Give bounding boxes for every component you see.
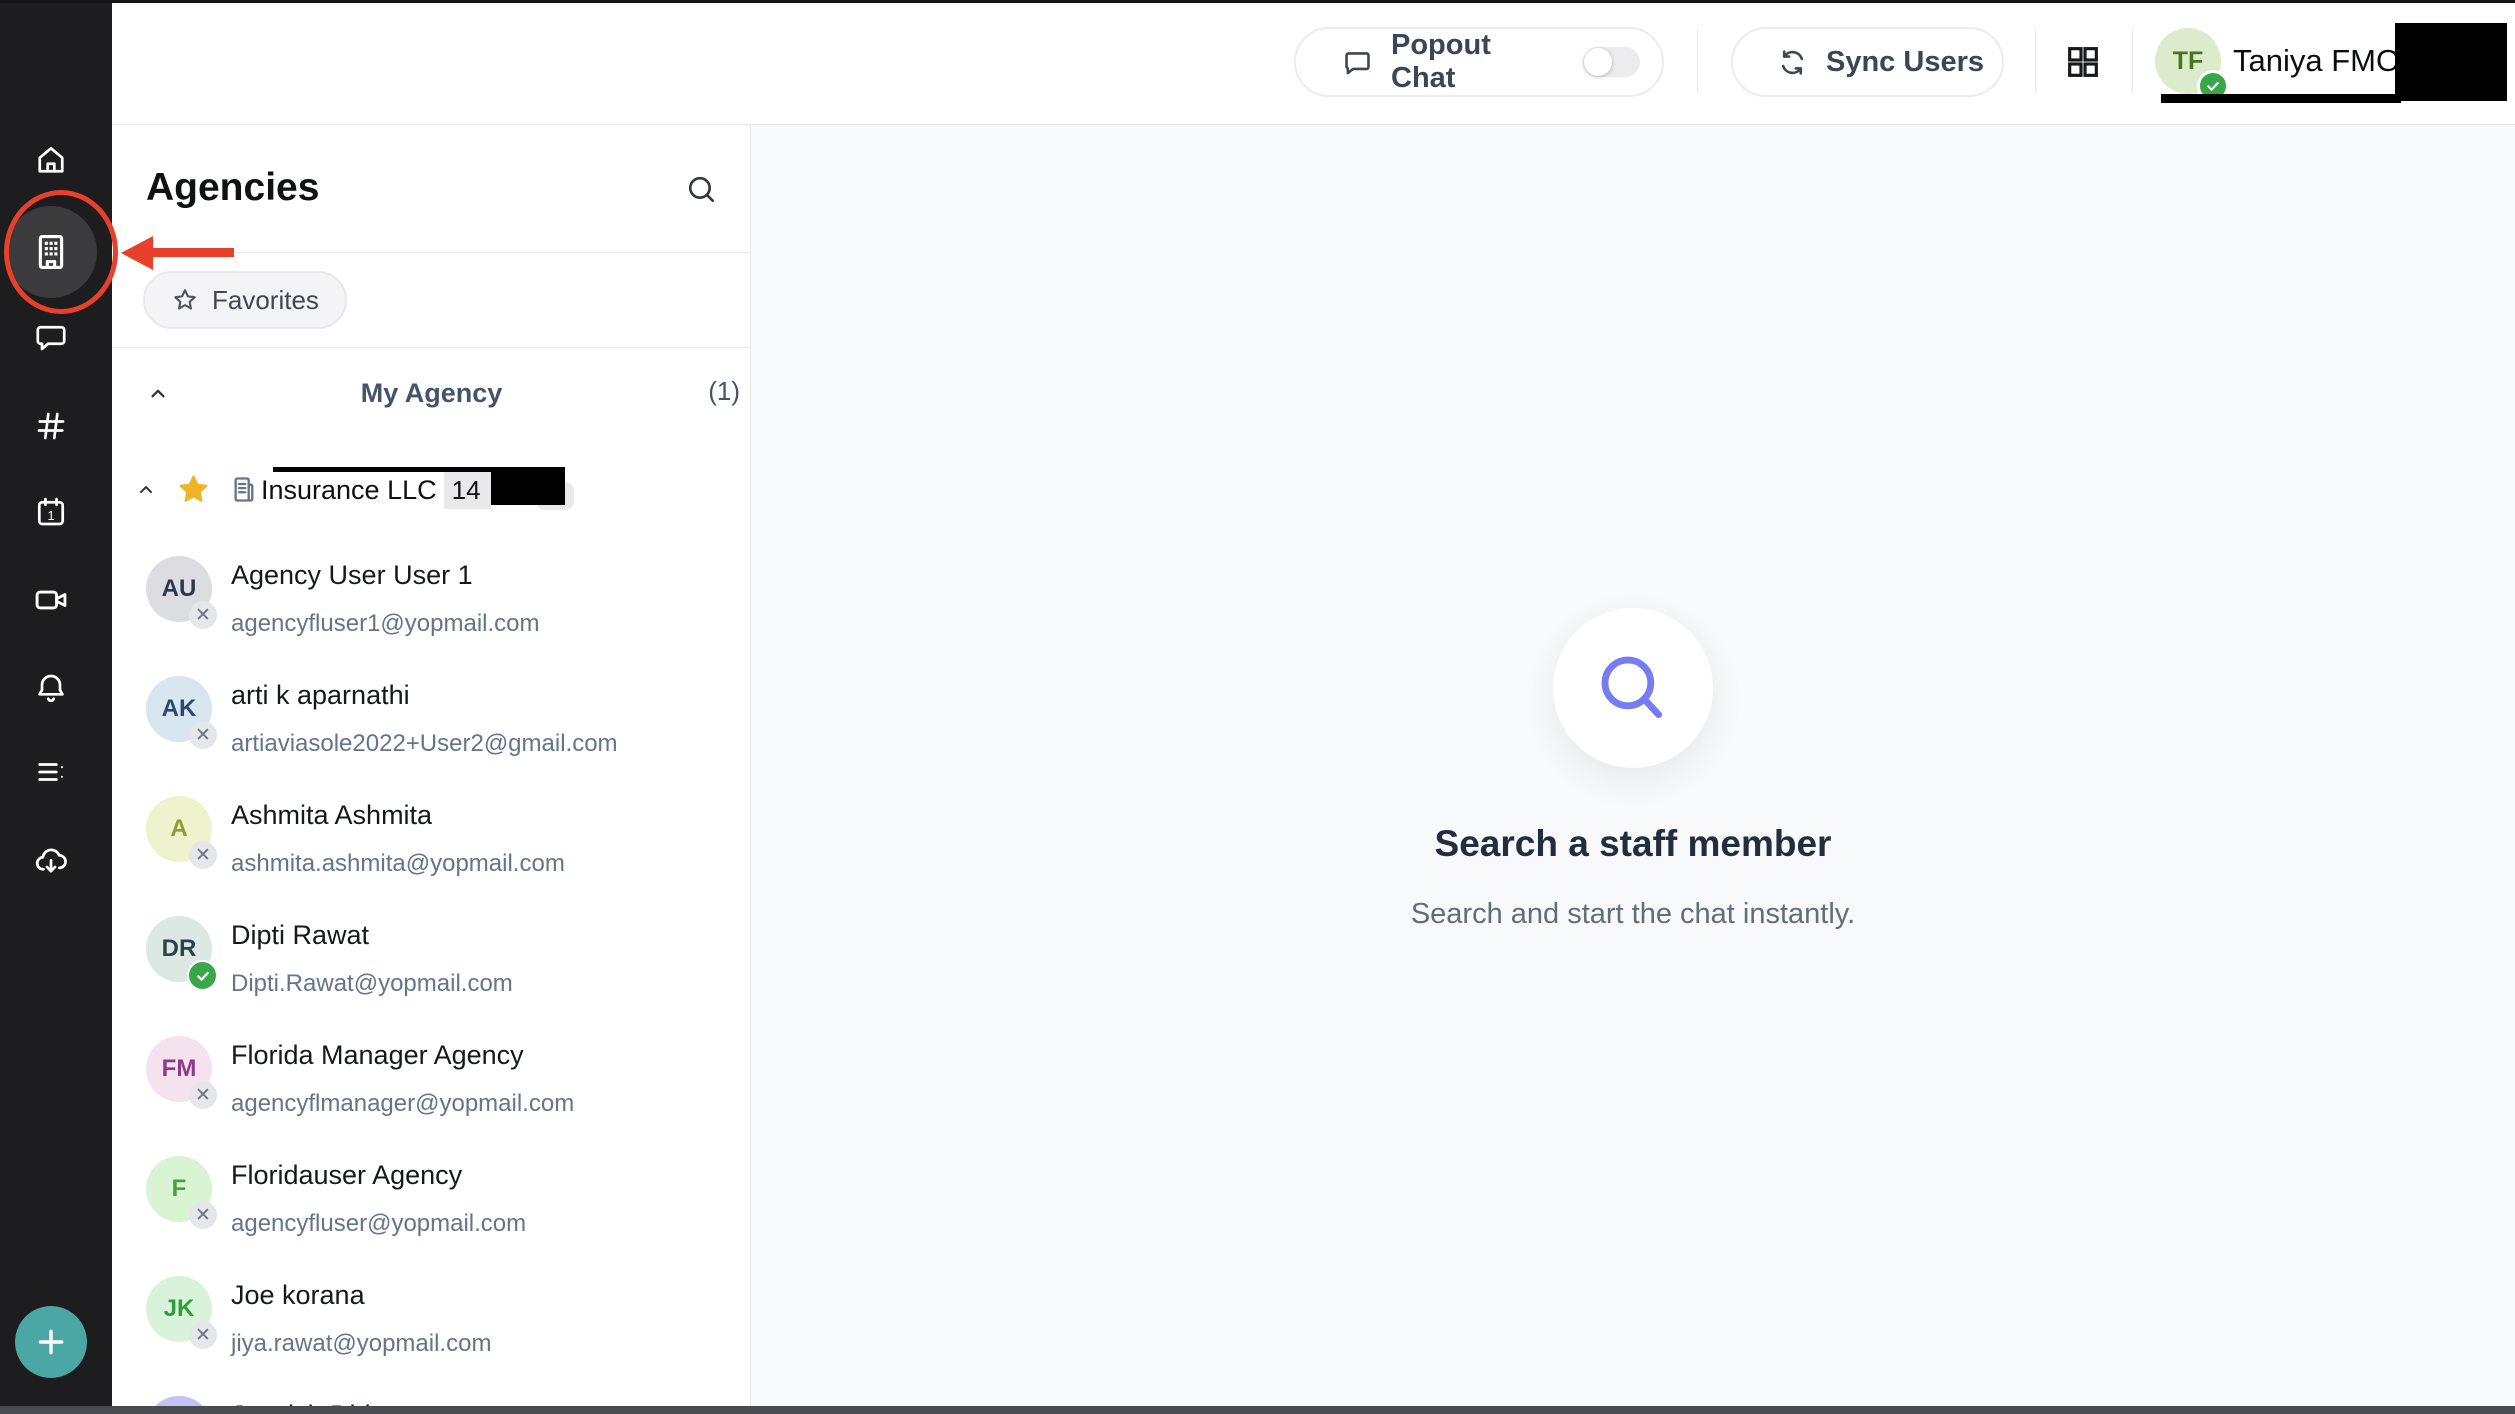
staff-email: jiya.rawat@yopmail.com — [231, 1330, 492, 1357]
avatar-initials: JK — [163, 1295, 195, 1322]
chat-empty-state: Search a staff member Search and start t… — [751, 125, 2515, 1406]
agency-building-icon — [226, 473, 259, 506]
favorite-star-icon[interactable] — [175, 471, 212, 508]
online-status-badge — [187, 960, 218, 991]
favorites-filter-chip[interactable]: Favorites — [143, 271, 347, 329]
avatar: FM ✕ — [146, 1036, 217, 1109]
staff-list-item[interactable]: JK ✕ Joe korana jiya.rawat@yopmail.com — [112, 1250, 751, 1370]
staff-email: agencyflmanager@yopmail.com — [231, 1090, 575, 1117]
avatar-initials: A — [170, 815, 188, 842]
avatar — [146, 1396, 212, 1406]
sync-users-button[interactable]: Sync Users — [1731, 27, 2004, 97]
video-meeting-icon[interactable] — [29, 578, 73, 622]
popout-chat-control[interactable]: Popout Chat — [1294, 27, 1664, 97]
calendar-icon[interactable]: 1 — [29, 490, 73, 534]
staff-email: ashmita.ashmita@yopmail.com — [231, 850, 565, 877]
search-icon[interactable] — [683, 171, 720, 208]
staff-name: Florida Manager Agency — [231, 1040, 524, 1070]
search-circle-illustration — [1553, 608, 1713, 768]
collapse-agency-chevron-icon[interactable] — [136, 480, 156, 500]
redaction-box — [2395, 23, 2507, 101]
svg-text:1: 1 — [47, 508, 54, 523]
avatar-initials: AK — [161, 695, 197, 722]
page-title: Agencies — [146, 166, 320, 209]
annotation-red-arrowhead — [121, 236, 153, 270]
staff-list-item[interactable]: A ✕ Ashmita Ashmita ashmita.ashmita@yopm… — [112, 770, 751, 890]
offline-status-badge: ✕ — [189, 1081, 217, 1109]
sync-users-label: Sync Users — [1826, 45, 1984, 78]
avatar-initials: AU — [161, 575, 197, 602]
window-bottom-edge — [0, 1406, 2515, 1414]
empty-state-title: Search a staff member — [1434, 823, 1832, 864]
star-outline-icon — [171, 286, 199, 314]
agency-name: Insurance LLC — [258, 472, 444, 509]
popout-chat-label: Popout Chat — [1391, 29, 1491, 94]
staff-name: Dipti Rawat — [231, 920, 370, 950]
staff-name: Joe korana — [231, 1280, 365, 1310]
chat-icon[interactable] — [29, 315, 73, 359]
popout-chat-icon — [1342, 47, 1373, 78]
popout-chat-toggle[interactable] — [1583, 47, 1640, 77]
staff-list-item[interactable]: AK ✕ arti k aparnathi artiaviasole2022+U… — [112, 650, 751, 770]
staff-email: agencyfluser1@yopmail.com — [231, 610, 540, 637]
annotation-red-arrow — [150, 248, 234, 257]
staff-email: agencyfluser@yopmail.com — [231, 1210, 527, 1237]
apps-grid-icon[interactable] — [2063, 42, 2103, 82]
current-user-name: Taniya FMO — [2233, 43, 2401, 78]
cloud-download-icon[interactable] — [29, 839, 73, 883]
toggle-knob — [1584, 48, 1613, 76]
staff-list-item[interactable]: FM ✕ Florida Manager Agency agencyflmana… — [112, 1010, 751, 1130]
avatar-initials: F — [171, 1175, 187, 1202]
offline-status-badge: ✕ — [189, 601, 217, 629]
avatar: AU ✕ — [146, 556, 217, 629]
empty-state-subtitle: Search and start the chat instantly. — [1410, 898, 1856, 930]
group-count: (1) — [708, 376, 740, 406]
group-header-label[interactable]: My Agency — [112, 373, 751, 413]
avatar: F ✕ — [146, 1156, 217, 1229]
topbar-divider — [2035, 30, 2036, 93]
avatar-initials: DR — [161, 935, 197, 962]
avatar: DR — [146, 916, 218, 991]
staff-name: Ashmita Ashmita — [231, 800, 433, 830]
offline-status-badge: ✕ — [189, 1321, 217, 1349]
avatar: JK ✕ — [146, 1276, 217, 1349]
avatar: A ✕ — [146, 796, 217, 869]
staff-name: Floridauser Agency — [231, 1160, 463, 1190]
staff-list-item[interactable]: F ✕ Floridauser Agency agencyfluser@yopm… — [112, 1130, 751, 1250]
panel-divider — [112, 347, 751, 348]
topbar-divider — [1697, 30, 1698, 93]
home-icon[interactable] — [29, 138, 73, 182]
offline-status-badge: ✕ — [189, 841, 217, 869]
topbar-divider — [2132, 30, 2133, 93]
annotation-red-circle — [4, 190, 118, 314]
staff-name: Jaynish Dhiman — [231, 1398, 423, 1406]
channels-hash-icon[interactable] — [29, 404, 73, 448]
current-user-initials: TF — [2172, 46, 2204, 75]
redaction-underline — [2161, 94, 2401, 103]
staff-list-item[interactable]: DR Dipti Rawat Dipti.Rawat@yopmail.com — [112, 890, 751, 1010]
staff-name: Agency User User 1 — [231, 560, 473, 590]
current-user-avatar[interactable]: TF — [2155, 28, 2229, 102]
offline-status-badge: ✕ — [189, 721, 217, 749]
avatar: AK ✕ — [146, 676, 217, 749]
favorites-label: Favorites — [212, 284, 319, 315]
staff-list-item[interactable]: AU ✕ Agency User User 1 agencyfluser1@yo… — [112, 530, 751, 650]
staff-name: arti k aparnathi — [231, 680, 410, 710]
offline-status-badge: ✕ — [189, 1201, 217, 1229]
sync-icon — [1777, 47, 1808, 78]
notifications-bell-icon[interactable] — [29, 666, 73, 710]
agency-row[interactable]: Insurance LLC 14 — [258, 472, 491, 509]
agency-count-badge: 14 — [443, 472, 491, 509]
avatar-initials: FM — [161, 1055, 197, 1082]
staff-email: artiaviasole2022+User2@gmail.com — [231, 730, 618, 757]
add-new-button[interactable] — [15, 1306, 87, 1378]
user-list: AU ✕ Agency User User 1 agencyfluser1@yo… — [112, 530, 751, 1406]
staff-list-item[interactable]: Jaynish Dhiman — [112, 1370, 751, 1406]
menu-list-icon[interactable] — [29, 750, 73, 794]
staff-email: Dipti.Rawat@yopmail.com — [231, 970, 513, 997]
